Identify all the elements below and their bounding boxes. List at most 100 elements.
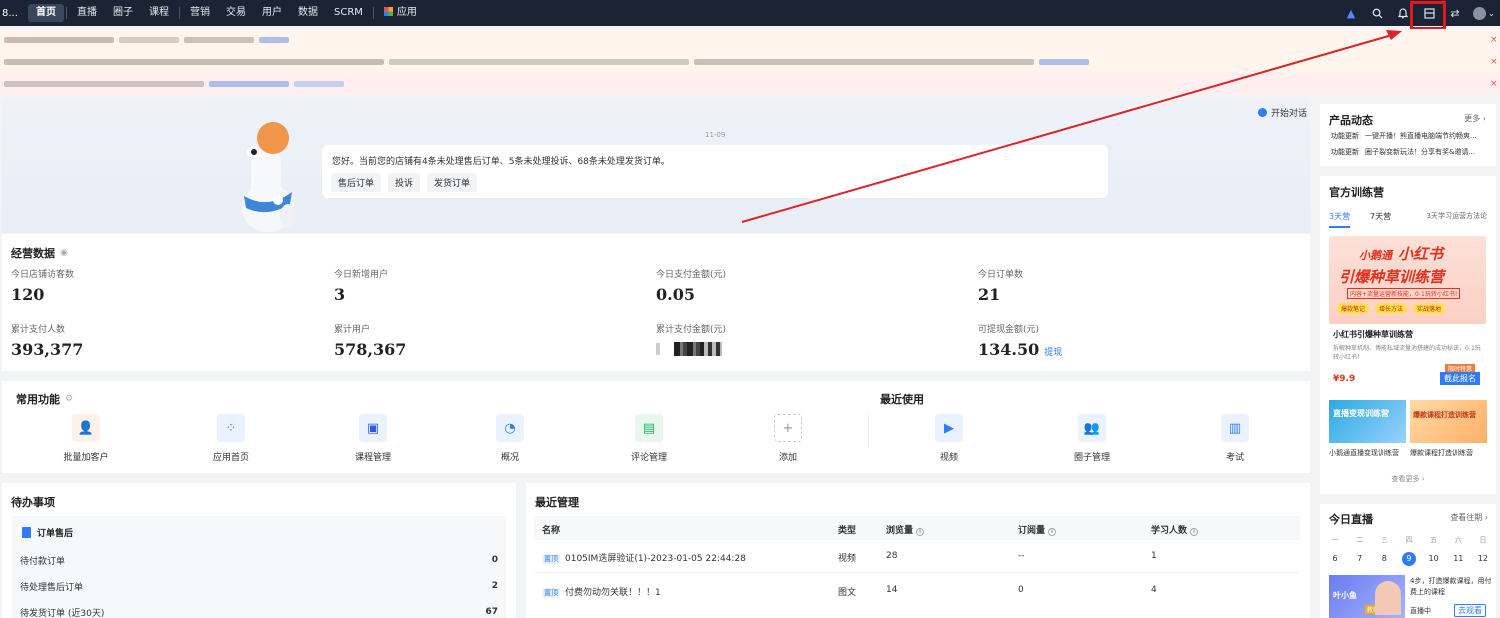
cell-views: 28	[886, 551, 898, 561]
more-link[interactable]: 更多 ›	[1464, 113, 1486, 124]
news-text: 一键开播！熊直播电脑端节约畅爽...	[1365, 132, 1477, 140]
calendar-day[interactable]: 11	[1446, 552, 1470, 566]
news-item[interactable]: 功能更新 圈子裂变新玩法！分享有奖&邀请...	[1329, 147, 1489, 157]
chip-after-sales[interactable]: 售后订单	[331, 173, 382, 192]
news-item[interactable]: 功能更新 一键开播！熊直播电脑端节约畅爽...	[1329, 131, 1489, 141]
blurred-link[interactable]	[294, 81, 344, 87]
thumb-course-camp[interactable]: 爆款课程打造训练营	[1410, 400, 1487, 443]
nav-live[interactable]: 直播	[69, 4, 105, 22]
history-link[interactable]: 查看往期 ›	[1450, 512, 1488, 523]
feature-course-manage[interactable]: ▣ 课程管理	[338, 414, 408, 463]
banner-brand-text: 小鹅通	[1359, 249, 1392, 262]
weekday-label: 日	[1479, 536, 1487, 544]
settings-icon[interactable]: ⚙	[65, 394, 73, 404]
banner-pill: 爆款笔记	[1337, 303, 1370, 314]
notice-bar: ×	[0, 51, 1500, 73]
recent-manage-title: 最近管理	[535, 496, 579, 509]
search-icon[interactable]	[1364, 0, 1390, 26]
stat-label: 累计支付人数	[11, 325, 66, 335]
stat-new-users: 今日新增用户 3	[334, 267, 388, 304]
logo-triangle-icon[interactable]: ▲	[1338, 0, 1364, 26]
withdraw-link[interactable]: 提现	[1044, 345, 1062, 358]
info-icon[interactable]: i	[916, 528, 925, 536]
tab-7day[interactable]: 7天营	[1370, 211, 1391, 222]
nav-apps[interactable]: 应用	[376, 4, 425, 22]
avatar[interactable]: ⌄	[1468, 0, 1500, 26]
calendar-day[interactable]: 10	[1422, 552, 1446, 566]
feature-video[interactable]: ▶ 视频	[914, 414, 984, 463]
todo-row-unpaid[interactable]: 待付款订单 0	[12, 547, 506, 573]
training-title: 官方训练营	[1329, 186, 1384, 199]
nav-scrm[interactable]: SCRM	[326, 4, 371, 22]
close-icon[interactable]: ×	[1490, 29, 1500, 51]
blurred-link[interactable]	[1039, 59, 1089, 65]
banner-brand: 小鹅通 小红书	[1359, 243, 1443, 264]
cell-learners: 1	[1151, 551, 1157, 561]
table-row[interactable]: 置顶 0105IM迭屏验证(1)-2023-01-05 22:44:28 视频 2…	[534, 540, 1300, 573]
col-type: 类型	[838, 526, 857, 536]
calendar-day-today[interactable]: 9	[1397, 552, 1421, 566]
feature-comment-manage[interactable]: ▤ 评论管理	[614, 414, 684, 463]
thumb-live-camp[interactable]: 直播变现训练营	[1329, 400, 1406, 443]
live-host-name: 叶小鱼	[1333, 591, 1357, 600]
nav-home[interactable]: 首页	[28, 4, 64, 22]
blurred-text	[4, 37, 114, 43]
thumb1-caption[interactable]: 小鹅通直播变现训练营	[1329, 448, 1399, 458]
banner-sub: 内容+流量运营新技能，0-1玩转小红书!	[1347, 288, 1461, 299]
news-text: 圈子裂变新玩法！分享有奖&邀请...	[1365, 148, 1476, 156]
calendar-day[interactable]: 6	[1323, 552, 1347, 566]
cell-name: 置顶 0105IM迭屏验证(1)-2023-01-05 22:44:28	[542, 551, 746, 564]
see-more-link[interactable]: 查看更多 ›	[1320, 474, 1496, 484]
apps-grid-icon	[383, 7, 393, 16]
todo-row-aftersales[interactable]: 待处理售后订单 2	[12, 573, 506, 599]
todo-row-shipping[interactable]: 待发货订单 (近30天) 67	[12, 599, 506, 618]
feature-overview[interactable]: ◔ 概况	[475, 414, 545, 463]
nav-data[interactable]: 数据	[290, 4, 326, 22]
training-banner[interactable]: 小鹅通 小红书 引爆种草训练营 内容+流量运营新技能，0-1玩转小红书! 爆款笔记…	[1329, 236, 1486, 324]
feature-app-home[interactable]: ⁘ 应用首页	[196, 414, 266, 463]
nav-course[interactable]: 课程	[141, 4, 177, 22]
nav-marketing[interactable]: 营销	[182, 4, 218, 22]
chip-complaint[interactable]: 投诉	[388, 173, 421, 192]
calendar-day[interactable]: 8	[1372, 552, 1396, 566]
watch-button[interactable]: 去观看	[1454, 604, 1486, 617]
weekday-label: 四	[1405, 536, 1413, 544]
nav-user[interactable]: 用户	[254, 4, 290, 22]
row-name[interactable]: 付费勿动勿关联！！！1	[565, 588, 661, 598]
info-icon[interactable]: i	[1048, 528, 1057, 536]
enroll-button[interactable]: 截此报名	[1440, 372, 1480, 385]
feature-add[interactable]: + 添加	[753, 414, 823, 463]
blurred-link[interactable]	[259, 37, 289, 43]
product-news-panel: 产品动态 更多 › 功能更新 一键开播！熊直播电脑端节约畅爽... 功能更新 圈子裂…	[1320, 104, 1496, 166]
nav-circle[interactable]: 圈子	[105, 4, 141, 22]
nav-trade[interactable]: 交易	[218, 4, 254, 22]
more-link-label: 更多	[1464, 114, 1481, 123]
tab-3day[interactable]: 3天营	[1329, 211, 1351, 228]
chip-shipping[interactable]: 发货订单	[427, 173, 478, 192]
feature-circle-manage[interactable]: 👥 圈子管理	[1057, 414, 1127, 463]
blurred-text	[119, 37, 179, 43]
eye-icon[interactable]: ◉	[60, 248, 68, 258]
live-thumbnail[interactable]: 叶小鱼 教练联盟	[1329, 575, 1405, 618]
col-name: 名称	[542, 526, 561, 536]
start-chat-button[interactable]: 开始对话	[1258, 106, 1307, 119]
table-row[interactable]: 置顶 付费勿动勿关联！！！1 图文 14 0 4	[534, 574, 1300, 607]
feature-label: 评论管理	[630, 453, 667, 463]
course-title[interactable]: 小红书引爆种草训练营	[1333, 329, 1413, 340]
row-name[interactable]: 0105IM迭屏验证(1)-2023-01-05 22:44:28	[565, 554, 746, 564]
pie-chart-icon: ◔	[496, 414, 524, 442]
close-icon[interactable]: ×	[1490, 73, 1500, 95]
order-icon	[22, 527, 31, 538]
calendar-day[interactable]: 12	[1471, 552, 1495, 566]
blurred-link[interactable]	[209, 81, 289, 87]
feature-label: 概况	[500, 453, 519, 463]
feature-exam[interactable]: ▥ 考试	[1200, 414, 1270, 463]
feature-batch-add-customer[interactable]: 👤 批量加客户	[51, 414, 121, 463]
info-icon[interactable]: i	[1190, 528, 1199, 536]
blurred-text	[4, 81, 204, 87]
brand-name[interactable]: 8...	[0, 8, 24, 19]
thumb2-caption[interactable]: 爆款课程打造训练营	[1410, 448, 1473, 458]
calendar-day[interactable]: 7	[1348, 552, 1372, 566]
plus-icon: +	[774, 414, 802, 442]
close-icon[interactable]: ×	[1490, 51, 1500, 73]
